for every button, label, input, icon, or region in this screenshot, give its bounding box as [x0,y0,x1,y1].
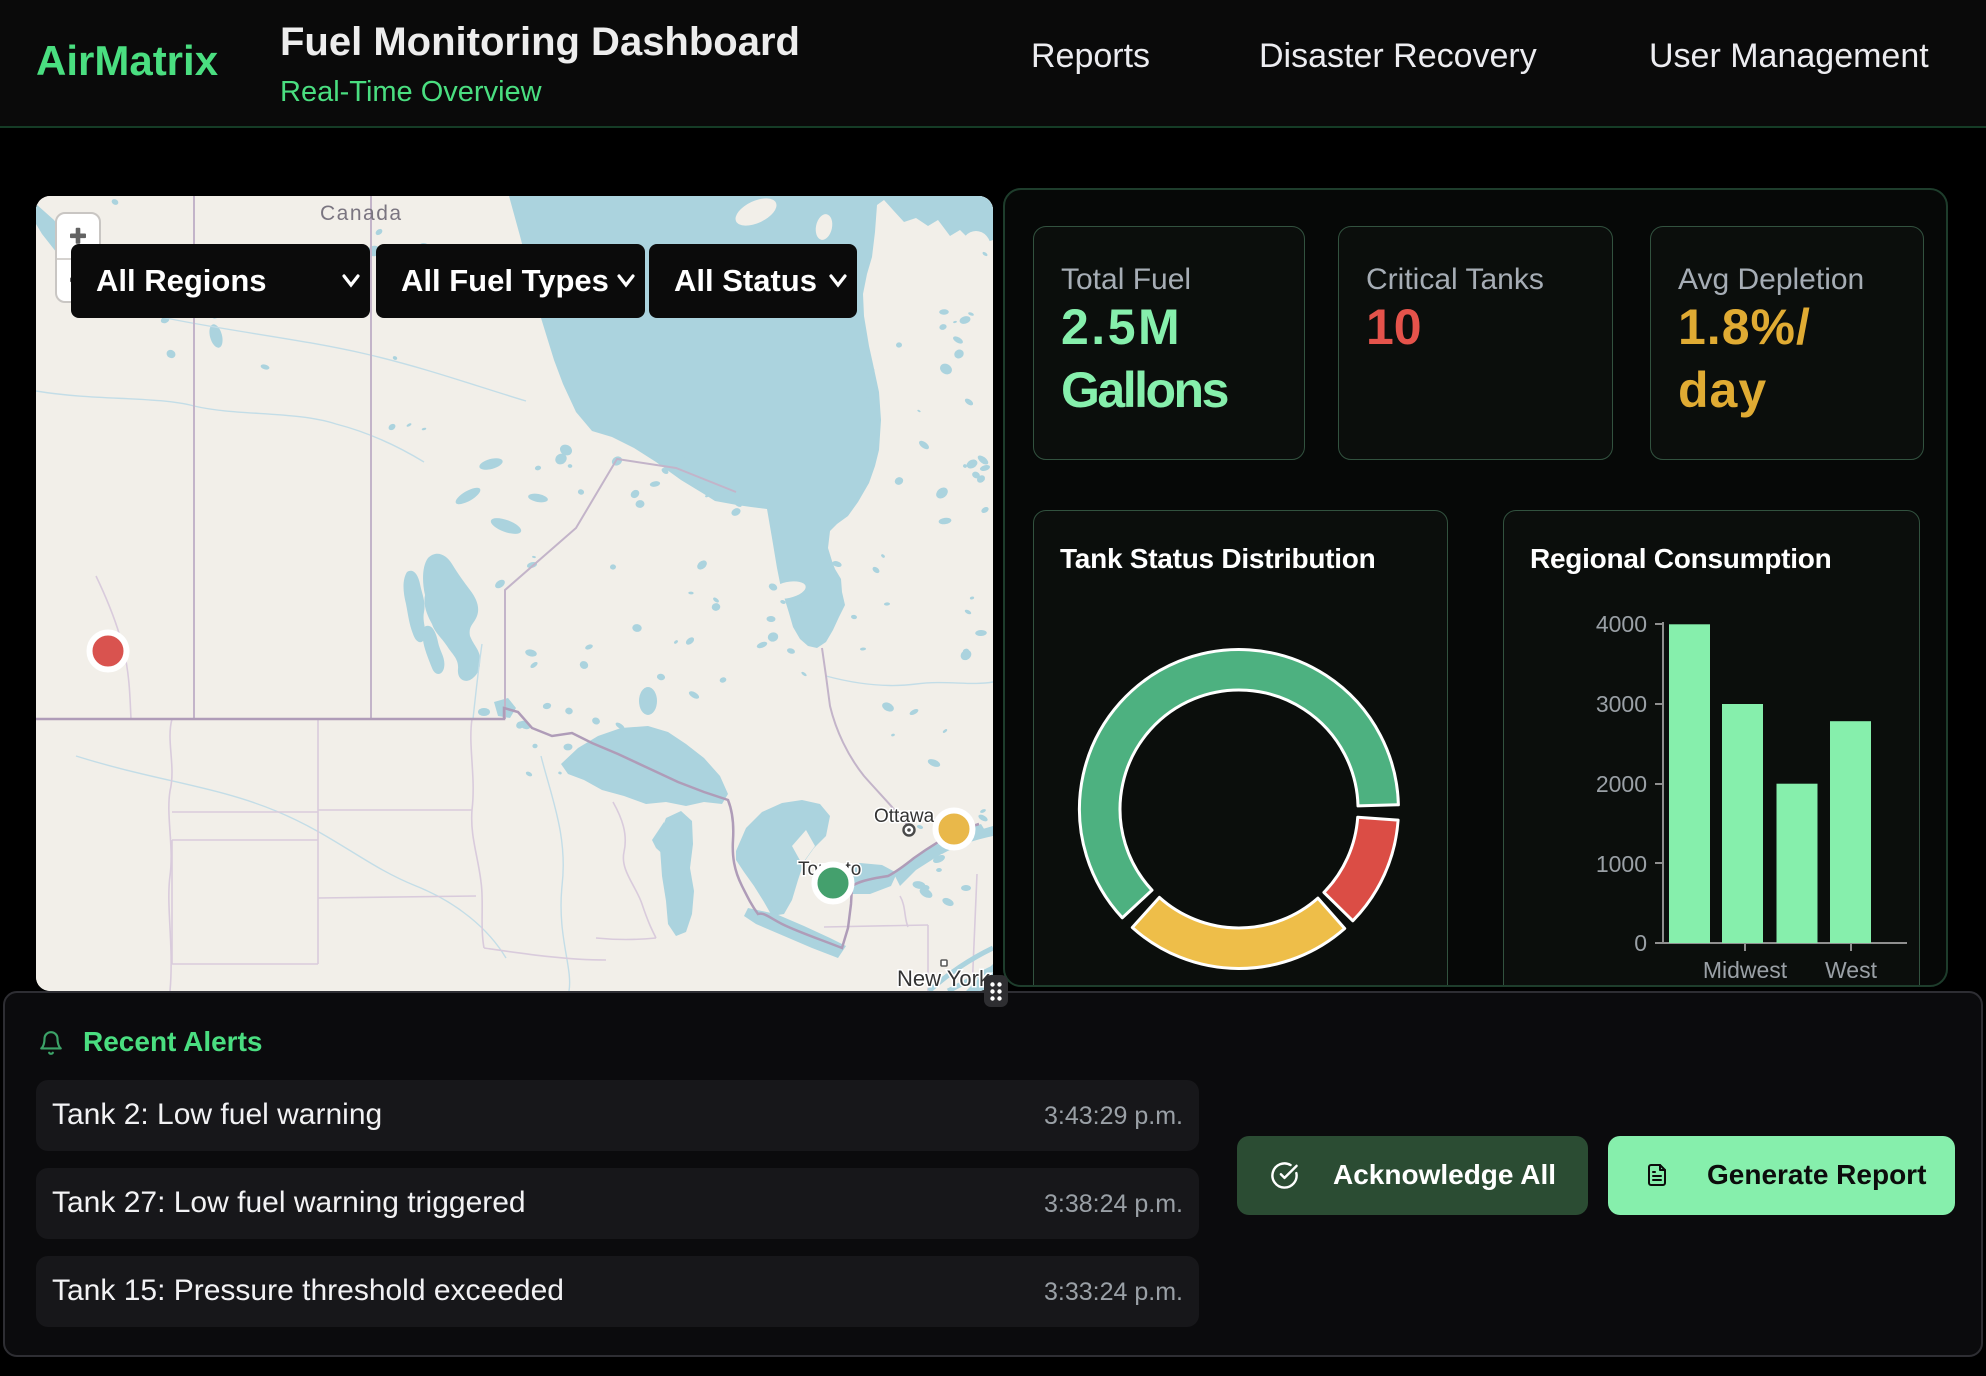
svg-text:Midwest: Midwest [1703,957,1788,983]
svg-text:Ottawa: Ottawa [874,806,935,827]
svg-text:1000: 1000 [1596,851,1647,877]
svg-text:New York: New York [897,966,991,991]
svg-text:Canada: Canada [320,202,403,225]
svg-text:3000: 3000 [1596,691,1647,717]
svg-text:West: West [1825,957,1878,983]
svg-text:2000: 2000 [1596,771,1647,797]
svg-text:0: 0 [1634,930,1647,956]
svg-text:4000: 4000 [1596,611,1647,637]
